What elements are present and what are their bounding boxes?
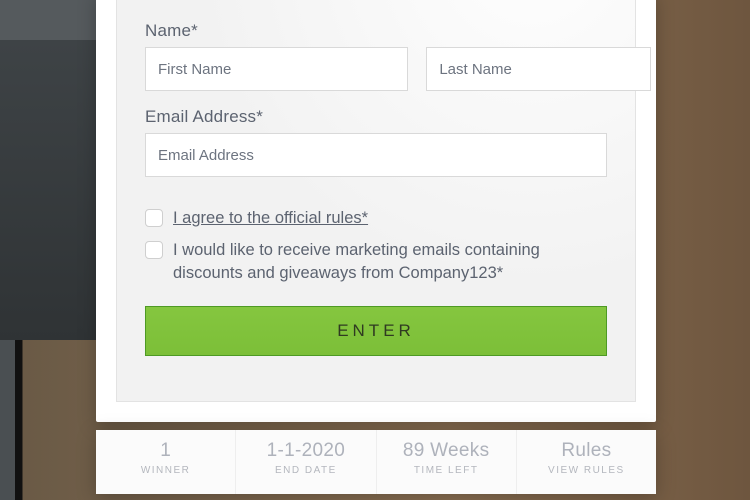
- marketing-checkbox-label: I would like to receive marketing emails…: [173, 239, 607, 284]
- stat-value: 89 Weeks: [377, 440, 516, 462]
- last-name-input[interactable]: [426, 47, 651, 91]
- stat-value: Rules: [517, 440, 656, 462]
- email-label: Email Address*: [145, 107, 607, 127]
- rules-checkbox[interactable]: [145, 209, 163, 227]
- entry-form-panel: Name* Email Address* I agree to the offi…: [96, 0, 656, 422]
- marketing-checkbox[interactable]: [145, 241, 163, 259]
- stat-label: WINNER: [96, 465, 235, 476]
- email-input[interactable]: [145, 133, 607, 177]
- entry-form: Name* Email Address* I agree to the offi…: [116, 0, 636, 402]
- email-row: [145, 133, 607, 199]
- stat-label: VIEW RULES: [517, 465, 656, 476]
- rules-checkbox-row: I agree to the official rules*: [145, 207, 607, 229]
- stat-time-left: 89 Weeks TIME LEFT: [377, 430, 517, 494]
- stat-value: 1: [96, 440, 235, 462]
- stat-rules[interactable]: Rules VIEW RULES: [517, 430, 656, 494]
- name-row: [145, 47, 607, 91]
- bg-dark-left: [0, 40, 97, 340]
- stat-value: 1-1-2020: [236, 440, 375, 462]
- stat-end-date: 1-1-2020 END DATE: [236, 430, 376, 494]
- rules-checkbox-label[interactable]: I agree to the official rules*: [173, 207, 368, 229]
- stat-label: TIME LEFT: [377, 465, 516, 476]
- enter-button[interactable]: ENTER: [145, 306, 607, 356]
- first-name-input[interactable]: [145, 47, 408, 91]
- bg-dark-top: [0, 0, 97, 40]
- name-label: Name*: [145, 21, 607, 41]
- stat-winner: 1 WINNER: [96, 430, 236, 494]
- stats-bar: 1 WINNER 1-1-2020 END DATE 89 Weeks TIME…: [96, 430, 656, 494]
- marketing-checkbox-row: I would like to receive marketing emails…: [145, 239, 607, 284]
- stat-label: END DATE: [236, 465, 375, 476]
